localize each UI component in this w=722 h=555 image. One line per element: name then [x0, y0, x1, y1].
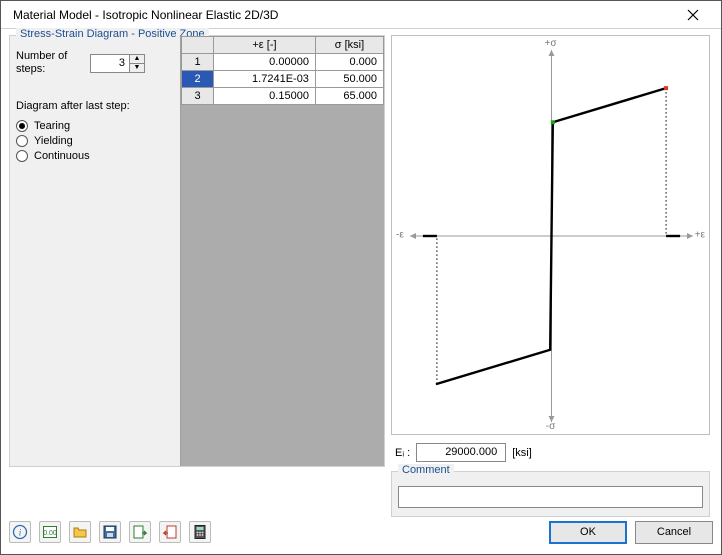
help-icon: i: [12, 524, 28, 540]
cell-sigma[interactable]: 0.000: [315, 54, 383, 71]
import-icon: [132, 524, 148, 540]
comment-group: Comment: [391, 471, 710, 517]
button-bar: i 0.00 OK Cancel: [9, 518, 713, 546]
cell-sigma[interactable]: 50.000: [315, 71, 383, 88]
decimals-button[interactable]: 0.00: [39, 521, 61, 543]
ei-label: Eᵢ :: [391, 447, 410, 459]
stepper-up-icon[interactable]: ▲: [130, 55, 144, 64]
ei-unit: [ksi]: [512, 447, 532, 459]
table-area: +ε [-] σ [ksi] 1 0.00000 0.000 2 1.7241E…: [180, 36, 384, 466]
open-icon: [72, 524, 88, 540]
help-button[interactable]: i: [9, 521, 31, 543]
cell-sigma[interactable]: 65.000: [315, 88, 383, 105]
row-num: 2: [182, 71, 214, 88]
decimals-icon: 0.00: [42, 524, 58, 540]
numsteps-label: Number of steps:: [16, 50, 86, 76]
close-icon: [685, 7, 701, 23]
col-sigma[interactable]: σ [ksi]: [315, 37, 383, 54]
radio-continuous[interactable]: Continuous: [16, 150, 176, 162]
axis-label-top: +σ: [544, 38, 556, 49]
calculator-icon: [192, 524, 208, 540]
radio-tearing[interactable]: Tearing: [16, 120, 176, 132]
strain-stress-table[interactable]: +ε [-] σ [ksi] 1 0.00000 0.000 2 1.7241E…: [181, 36, 384, 105]
save-button[interactable]: [99, 521, 121, 543]
cell-eps[interactable]: 0.15000: [214, 88, 316, 105]
row-num: 3: [182, 88, 214, 105]
after-step-label: Diagram after last step:: [16, 100, 176, 113]
cell-eps[interactable]: 0.00000: [214, 54, 316, 71]
table-corner: [182, 37, 214, 54]
table-row[interactable]: 2 1.7241E-03 50.000: [182, 71, 384, 88]
window-title: Material Model - Isotropic Nonlinear Ela…: [13, 8, 673, 22]
axis-label-right: +ε: [695, 230, 705, 241]
axis-label-bottom: -σ: [546, 421, 556, 432]
radio-label: Continuous: [34, 150, 90, 162]
export-icon: [162, 524, 178, 540]
stress-strain-chart: +σ -σ -ε +ε: [391, 35, 710, 435]
table-row[interactable]: 3 0.15000 65.000: [182, 88, 384, 105]
save-icon: [102, 524, 118, 540]
numsteps-input[interactable]: [91, 55, 129, 72]
cancel-button[interactable]: Cancel: [635, 521, 713, 544]
radio-label: Tearing: [34, 120, 70, 132]
radio-icon: [16, 120, 28, 132]
export-button[interactable]: [159, 521, 181, 543]
svg-text:i: i: [19, 528, 22, 538]
calculator-button[interactable]: [189, 521, 211, 543]
stress-strain-group: Stress-Strain Diagram - Positive Zone Nu…: [9, 35, 385, 467]
axis-label-left: -ε: [396, 230, 404, 241]
radio-label: Yielding: [34, 135, 73, 147]
radio-icon: [16, 135, 28, 147]
ei-row: Eᵢ : 29000.000 [ksi]: [391, 443, 710, 462]
ei-value[interactable]: 29000.000: [416, 443, 506, 462]
comment-label: Comment: [398, 464, 454, 476]
cell-eps[interactable]: 1.7241E-03: [214, 71, 316, 88]
ok-button[interactable]: OK: [549, 521, 627, 544]
row-num: 1: [182, 54, 214, 71]
radio-yielding[interactable]: Yielding: [16, 135, 176, 147]
col-eps[interactable]: +ε [-]: [214, 37, 316, 54]
titlebar: Material Model - Isotropic Nonlinear Ela…: [1, 1, 721, 29]
open-button[interactable]: [69, 521, 91, 543]
stepper-down-icon[interactable]: ▼: [130, 64, 144, 72]
table-row[interactable]: 1 0.00000 0.000: [182, 54, 384, 71]
close-button[interactable]: [673, 1, 713, 29]
comment-input[interactable]: [398, 486, 703, 508]
radio-icon: [16, 150, 28, 162]
import-button[interactable]: [129, 521, 151, 543]
svg-text:0.00: 0.00: [43, 530, 57, 537]
chart-canvas: [392, 36, 711, 436]
numsteps-stepper[interactable]: ▲ ▼: [90, 54, 145, 73]
